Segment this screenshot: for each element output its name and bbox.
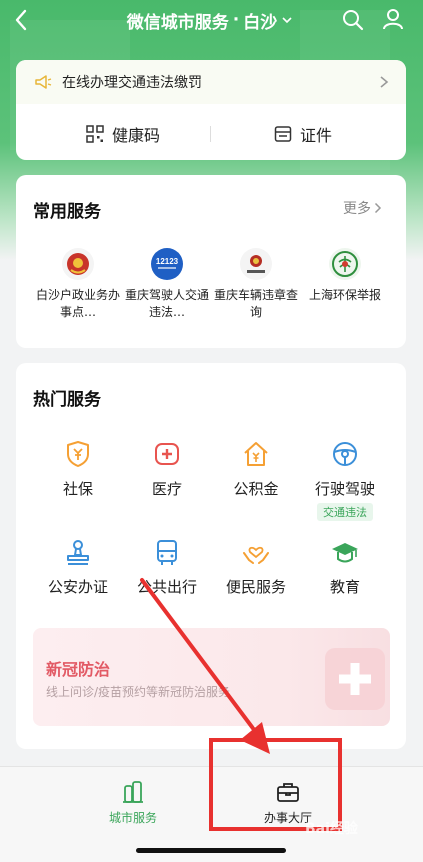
hot-services-card: 热门服务 社保 医疗 公积金 行驶驾驶 交通违法 公安办证 公共出行 便民服务 … xyxy=(16,363,406,749)
chevron-down-icon xyxy=(282,17,292,24)
service-label: 白沙户政业务办事点… xyxy=(35,288,120,319)
section-title: 热门服务 xyxy=(33,390,101,410)
certificate-label: 证件 xyxy=(300,126,333,145)
hot-service-label: 公积金 xyxy=(233,480,279,498)
hot-service-police-certificate[interactable]: 公安办证 xyxy=(33,537,123,597)
steering-wheel-icon xyxy=(333,442,357,466)
search-button[interactable] xyxy=(341,8,365,32)
emblem-icon xyxy=(62,248,94,280)
hot-service-medical[interactable]: 医疗 xyxy=(122,439,212,499)
service-item[interactable]: 重庆车辆违章查询 xyxy=(211,247,301,321)
hot-service-label: 医疗 xyxy=(151,480,182,498)
user-icon xyxy=(383,9,403,30)
title-separator: · xyxy=(232,10,240,30)
service-item[interactable]: 上海环保举报 xyxy=(300,247,390,304)
common-services-card: 常用服务 更多 白沙户政业务办事点… 12123 重庆驾驶人交通违法… 重庆车辆… xyxy=(16,175,406,348)
graduation-cap-icon xyxy=(332,543,358,563)
hot-service-label: 行驶驾驶 xyxy=(314,480,375,498)
health-code-label: 健康码 xyxy=(112,126,161,145)
search-icon xyxy=(343,10,364,31)
watermark: Bai经验 xyxy=(305,821,358,837)
city-buildings-icon xyxy=(123,781,143,803)
notice-text: 在线办理交通违法缴罚 xyxy=(62,75,202,91)
health-code-button[interactable]: 健康码 xyxy=(86,122,160,146)
hot-service-label: 便民服务 xyxy=(225,578,286,596)
city-selector[interactable]: 微信城市服务 · 白沙 xyxy=(110,8,310,33)
profile-button[interactable] xyxy=(381,7,405,31)
chevron-right-icon xyxy=(374,202,382,214)
hot-service-label: 教育 xyxy=(329,578,360,596)
medical-cross-icon xyxy=(155,443,179,465)
hot-service-housing-fund[interactable]: 公积金 xyxy=(211,439,301,499)
nav-city-services[interactable]: 城市服务 xyxy=(88,779,178,826)
notice-bar[interactable]: 在线办理交通违法缴罚 xyxy=(16,60,406,104)
heart-hands-icon xyxy=(243,546,269,564)
service-label: 上海环保举报 xyxy=(308,288,381,302)
hot-service-education[interactable]: 教育 xyxy=(300,537,390,597)
medical-kit-icon xyxy=(325,648,385,710)
12123-icon: 12123 xyxy=(151,248,183,280)
qr-code-icon xyxy=(86,125,104,143)
city-name: 白沙 xyxy=(243,12,278,33)
banner-subtitle: 线上问诊/疫苗预约等新冠防治服务 xyxy=(46,685,231,699)
divider xyxy=(210,126,211,142)
traffic-violation-tag: 交通违法 xyxy=(317,503,373,521)
service-item[interactable]: 12123 重庆驾驶人交通违法… xyxy=(122,247,212,321)
megaphone-icon xyxy=(35,75,52,89)
card-icon xyxy=(274,126,292,142)
shield-yuan-icon xyxy=(67,441,89,467)
service-item[interactable]: 白沙户政业务办事点… xyxy=(33,247,123,321)
page-title: 微信城市服务 xyxy=(126,12,229,33)
stamp-icon xyxy=(67,540,89,565)
service-label: 重庆驾驶人交通违法… xyxy=(124,288,209,319)
back-button[interactable] xyxy=(10,6,34,34)
hot-service-label: 社保 xyxy=(62,480,93,498)
home-indicator xyxy=(136,848,286,853)
section-title: 常用服务 xyxy=(33,202,101,222)
hot-service-driving[interactable]: 行驶驾驶 交通违法 xyxy=(300,439,390,521)
hot-service-social-security[interactable]: 社保 xyxy=(33,439,123,499)
12123-logo-text: 12123 xyxy=(156,257,179,266)
hot-service-label: 公共出行 xyxy=(136,578,197,596)
hot-service-label: 公安办证 xyxy=(47,578,108,596)
chevron-right-icon xyxy=(380,76,389,88)
top-bar: 微信城市服务 · 白沙 xyxy=(0,0,423,42)
covid-banner[interactable]: 新冠防治 线上问诊/疫苗预约等新冠防治服务 xyxy=(33,628,390,726)
quick-access-card: 在线办理交通违法缴罚 健康码 证件 xyxy=(16,60,406,160)
banner-title: 新冠防治 xyxy=(46,660,111,679)
bus-icon xyxy=(157,540,177,565)
hot-service-public-transport[interactable]: 公共出行 xyxy=(122,537,212,597)
nav-label: 城市服务 xyxy=(108,811,157,825)
back-arrow-icon xyxy=(15,9,27,31)
eco-emblem-icon xyxy=(329,248,361,280)
more-link[interactable]: 更多 xyxy=(343,198,382,218)
hot-service-convenience[interactable]: 便民服务 xyxy=(211,537,301,597)
more-label: 更多 xyxy=(343,201,371,217)
police-badge-icon xyxy=(240,248,272,280)
house-yuan-icon xyxy=(244,442,268,466)
service-label: 重庆车辆违章查询 xyxy=(213,288,298,319)
certificate-button[interactable]: 证件 xyxy=(274,122,332,146)
